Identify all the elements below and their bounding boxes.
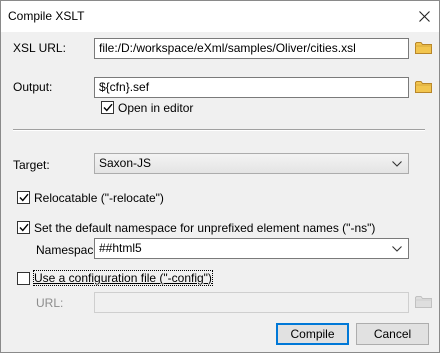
- title-bar: Compile XSLT: [1, 1, 439, 32]
- namespace-value: ##html5: [99, 241, 142, 255]
- close-button[interactable]: [409, 1, 439, 31]
- folder-icon: [414, 42, 432, 54]
- target-selected-value: Saxon-JS: [99, 156, 152, 170]
- output-browse-button[interactable]: [414, 79, 432, 95]
- relocatable-checkbox[interactable]: [17, 191, 30, 204]
- folder-icon: [414, 296, 432, 308]
- default-namespace-label: Set the default namespace for unprefixed…: [34, 221, 376, 235]
- xsl-url-label: XSL URL:: [13, 41, 66, 55]
- xsl-url-browse-button[interactable]: [414, 40, 432, 56]
- checkmark-icon: [18, 223, 29, 232]
- compile-xslt-dialog: Compile XSLT XSL URL: file:/D:/workspace…: [0, 0, 440, 353]
- separator: [13, 129, 425, 131]
- default-namespace-checkbox[interactable]: [17, 221, 30, 234]
- relocatable-label: Relocatable ("-relocate"): [34, 191, 164, 205]
- output-label: Output:: [13, 80, 53, 94]
- cancel-button[interactable]: Cancel: [356, 323, 429, 345]
- config-url-input[interactable]: [94, 292, 409, 313]
- checkmark-icon: [18, 193, 29, 202]
- target-select[interactable]: Saxon-JS: [94, 153, 409, 174]
- open-in-editor-checkbox[interactable]: [101, 101, 114, 114]
- compile-button[interactable]: Compile: [276, 323, 349, 345]
- config-url-label: URL:: [36, 296, 64, 310]
- config-file-label: Use a configuration file ("-config"): [33, 270, 213, 286]
- config-url-browse-button[interactable]: [414, 294, 432, 310]
- namespace-combo[interactable]: ##html5: [94, 238, 409, 259]
- xsl-url-input[interactable]: file:/D:/workspace/eXml/samples/Oliver/c…: [94, 38, 409, 59]
- chevron-down-icon: [390, 155, 404, 172]
- config-file-checkbox[interactable]: [17, 272, 30, 285]
- open-in-editor-label: Open in editor: [118, 101, 194, 115]
- output-input[interactable]: ${cfn}.sef: [94, 77, 409, 98]
- close-icon: [418, 10, 430, 22]
- folder-icon: [414, 81, 432, 93]
- window-title: Compile XSLT: [8, 9, 85, 23]
- checkmark-icon: [102, 103, 113, 112]
- target-label: Target:: [13, 158, 50, 172]
- chevron-down-icon: [390, 240, 404, 257]
